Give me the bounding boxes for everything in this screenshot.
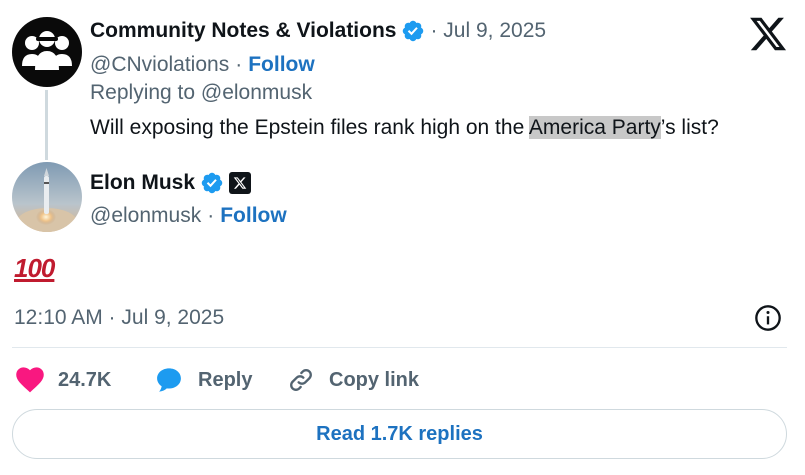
- reply-button[interactable]: Reply: [154, 364, 252, 396]
- heart-icon: [16, 367, 44, 393]
- follow-elonmusk-link[interactable]: Follow: [220, 204, 287, 228]
- main-author-row: Elon Musk: [90, 168, 252, 198]
- rocket-launch-avatar-image: [12, 162, 82, 232]
- parent-author-handle[interactable]: @CNviolations: [90, 53, 229, 77]
- thread-connector-line: [45, 90, 48, 160]
- hundred-points-emoji: 100: [14, 253, 55, 283]
- elonmusk-avatar[interactable]: [12, 162, 82, 232]
- separator-dot: ·: [235, 53, 243, 76]
- main-author-name[interactable]: Elon Musk: [90, 171, 195, 195]
- verified-badge-icon: [403, 20, 424, 42]
- separator-dot: ·: [207, 204, 215, 227]
- reply-label: Reply: [198, 368, 253, 391]
- read-replies-button[interactable]: Read 1.7K replies: [12, 409, 787, 459]
- parent-author-row: Community Notes & Violations · Jul 9, 20…: [90, 16, 546, 46]
- like-count: 24.7K: [58, 368, 112, 391]
- parent-text-start: Will exposing the Epstein files rank hig…: [90, 116, 529, 139]
- actions-divider: [12, 347, 787, 348]
- parent-tweet-date[interactable]: · Jul 9, 2025: [430, 19, 546, 43]
- link-icon: [290, 369, 312, 391]
- read-replies-label: Read 1.7K replies: [316, 422, 483, 445]
- parent-author-name[interactable]: Community Notes & Violations: [90, 19, 396, 43]
- parent-handle-row: @CNviolations · Follow: [90, 50, 315, 80]
- verified-badge-icon: [201, 172, 223, 194]
- info-icon[interactable]: [754, 304, 782, 332]
- main-author-handle[interactable]: @elonmusk: [90, 204, 201, 228]
- parent-text-end: ’s list?: [660, 116, 719, 139]
- tweet-timestamp[interactable]: 12:10 AM · Jul 9, 2025: [14, 306, 224, 330]
- x-affiliation-badge-icon[interactable]: [229, 172, 252, 194]
- like-button[interactable]: 24.7K: [16, 364, 111, 396]
- follow-cnviolations-link[interactable]: Follow: [248, 53, 315, 77]
- highlighted-text: America Party: [528, 116, 661, 139]
- speech-bubble-icon: [157, 368, 181, 392]
- x-affiliation-logo-icon: [233, 177, 247, 189]
- x-logo-icon[interactable]: [748, 14, 788, 54]
- parent-tweet-text: Will exposing the Epstein files rank hig…: [90, 116, 719, 140]
- cnviolations-avatar[interactable]: [12, 17, 82, 87]
- copy-link-label: Copy link: [329, 368, 420, 391]
- replying-to-label[interactable]: Replying to @elonmusk: [90, 81, 312, 105]
- main-handle-row: @elonmusk · Follow: [90, 201, 287, 231]
- copy-link-button[interactable]: Copy link: [287, 364, 419, 396]
- community-group-icon: [22, 31, 72, 70]
